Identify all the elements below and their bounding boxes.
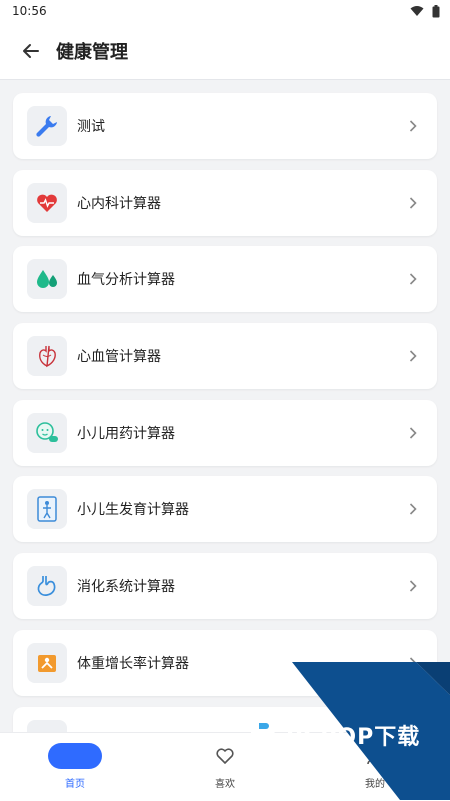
blood-drops-icon bbox=[37, 270, 57, 289]
status-bar: 10:56 bbox=[0, 0, 450, 22]
chevron-right-icon bbox=[409, 657, 417, 669]
app-header: 健康管理 bbox=[0, 22, 450, 80]
child-growth-icon bbox=[37, 496, 57, 523]
calculator-list: 测试 心内科计算器 血气分析计算器 心血管计算器 小儿用药计算器 小儿生发育计算… bbox=[13, 93, 437, 783]
bottom-navigation: 首页 喜欢 我的 bbox=[0, 732, 450, 801]
nav-favorites[interactable]: 喜欢 bbox=[150, 733, 300, 801]
chevron-right-icon bbox=[409, 580, 417, 592]
heart-outline-icon bbox=[216, 748, 234, 764]
nav-home-label: 首页 bbox=[65, 779, 85, 790]
list-item-test[interactable]: 测试 bbox=[13, 93, 437, 159]
chevron-right-icon bbox=[409, 503, 417, 516]
list-item-cardiovascular[interactable]: 心血管计算器 bbox=[13, 323, 437, 390]
list-item-label: 血气分析计算器 bbox=[77, 272, 175, 289]
list-item-label: 心内科计算器 bbox=[77, 195, 161, 212]
baby-medicine-icon bbox=[36, 421, 58, 442]
status-time: 10:56 bbox=[12, 4, 47, 18]
list-item-label: 消化系统计算器 bbox=[77, 579, 175, 596]
wrench-icon bbox=[36, 116, 57, 137]
list-item-pediatric-medication[interactable]: 小儿用药计算器 bbox=[13, 399, 437, 466]
nav-favorites-label: 喜欢 bbox=[215, 779, 235, 790]
heart-pulse-icon bbox=[37, 194, 57, 212]
nav-mine-label: 我的 bbox=[365, 779, 385, 790]
chevron-right-icon bbox=[409, 427, 417, 439]
list-item-label: 测试 bbox=[77, 119, 105, 135]
list-item-label: 体重增长率计算器 bbox=[77, 655, 189, 672]
list-item-weight-growth[interactable]: 体重增长率计算器 bbox=[13, 629, 437, 696]
weight-scale-icon bbox=[38, 654, 56, 672]
list-item-cardiology[interactable]: 心内科计算器 bbox=[13, 169, 437, 236]
anatomical-heart-icon bbox=[39, 345, 56, 368]
stomach-icon bbox=[37, 576, 56, 597]
list-item-blood-gas[interactable]: 血气分析计算器 bbox=[13, 246, 437, 313]
list-item-digestive[interactable]: 消化系统计算器 bbox=[13, 553, 437, 620]
chevron-right-icon bbox=[409, 273, 417, 285]
list-item-label: 小儿用药计算器 bbox=[77, 425, 175, 442]
list-item-label: 心血管计算器 bbox=[77, 349, 161, 366]
chevron-right-icon bbox=[409, 197, 417, 209]
list-item-child-growth[interactable]: 小儿生发育计算器 bbox=[13, 476, 437, 543]
nav-mine[interactable]: 我的 bbox=[300, 733, 450, 801]
wifi-icon bbox=[410, 6, 424, 16]
list-item-label: 小儿生发育计算器 bbox=[77, 502, 189, 519]
chevron-right-icon bbox=[409, 120, 417, 132]
person-icon bbox=[367, 748, 383, 765]
battery-icon bbox=[432, 4, 440, 17]
home-active-indicator bbox=[48, 743, 102, 769]
page-title: 健康管理 bbox=[56, 41, 128, 63]
nav-home[interactable]: 首页 bbox=[0, 733, 150, 801]
arrow-left-icon bbox=[23, 43, 39, 58]
back-button[interactable] bbox=[16, 36, 46, 66]
chevron-right-icon bbox=[409, 350, 417, 362]
